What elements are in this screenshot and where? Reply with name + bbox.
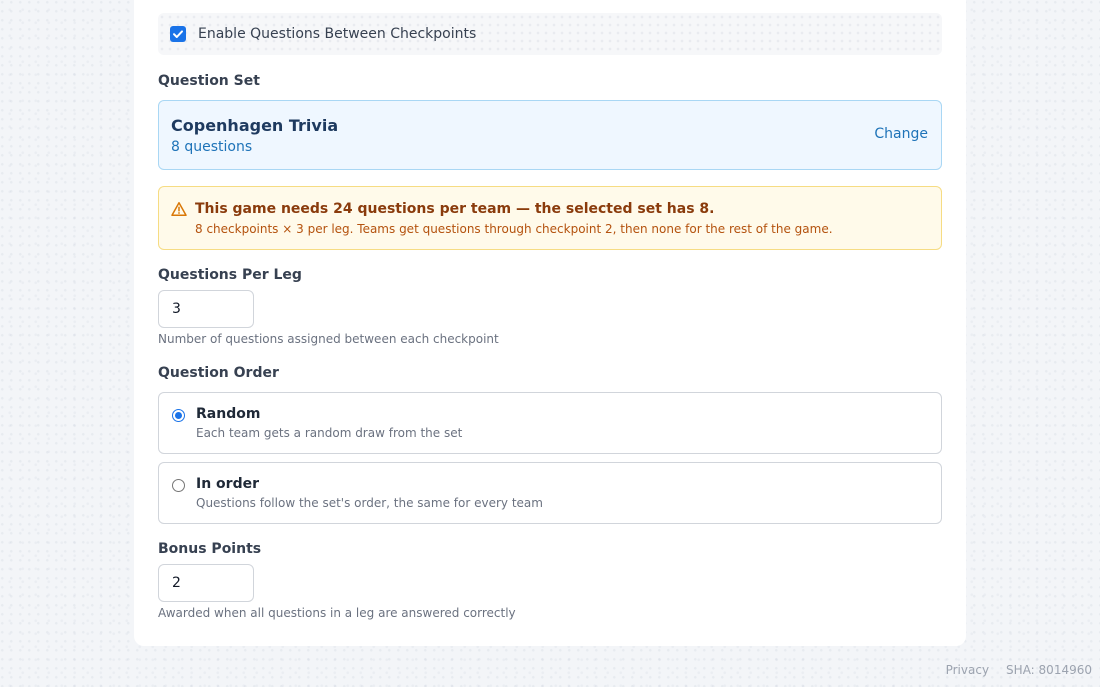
question-order-label: Question Order bbox=[158, 365, 279, 381]
question-set-name: Copenhagen Trivia bbox=[171, 116, 339, 135]
question-set-count: 8 questions bbox=[171, 139, 253, 155]
questions-per-leg-label: Questions Per Leg bbox=[158, 267, 302, 283]
enable-questions-checkbox[interactable] bbox=[170, 26, 186, 42]
enable-questions-label: Enable Questions Between Checkpoints bbox=[198, 26, 477, 42]
option-title: In order bbox=[196, 476, 259, 492]
questions-per-leg-helper: Number of questions assigned between eac… bbox=[158, 332, 499, 346]
option-description: Questions follow the set's order, the sa… bbox=[196, 496, 543, 510]
bonus-points-helper: Awarded when all questions in a leg are … bbox=[158, 606, 516, 620]
question-set-card: Copenhagen Trivia 8 questions Change bbox=[158, 100, 942, 170]
check-icon bbox=[173, 30, 183, 38]
random-radio[interactable] bbox=[172, 409, 185, 422]
order-option-in-order[interactable]: In order Questions follow the set's orde… bbox=[158, 462, 942, 524]
option-description: Each team gets a random draw from the se… bbox=[196, 426, 463, 440]
questions-per-leg-input[interactable] bbox=[158, 290, 254, 328]
order-option-random[interactable]: Random Each team gets a random draw from… bbox=[158, 392, 942, 454]
warning-title: This game needs 24 questions per team — … bbox=[195, 201, 715, 217]
footer: Privacy SHA: 8014960 bbox=[946, 663, 1092, 677]
sha-text: SHA: 8014960 bbox=[1006, 663, 1092, 677]
warning-triangle-icon bbox=[171, 201, 187, 221]
question-set-label: Question Set bbox=[158, 73, 260, 89]
enable-questions-row[interactable]: Enable Questions Between Checkpoints bbox=[158, 13, 942, 55]
privacy-link[interactable]: Privacy bbox=[946, 663, 989, 677]
bonus-points-input[interactable] bbox=[158, 564, 254, 602]
option-title: Random bbox=[196, 406, 261, 422]
question-shortage-warning: This game needs 24 questions per team — … bbox=[158, 186, 942, 250]
in-order-radio[interactable] bbox=[172, 479, 185, 492]
change-question-set-button[interactable]: Change bbox=[874, 126, 928, 142]
bonus-points-label: Bonus Points bbox=[158, 541, 262, 557]
warning-detail: 8 checkpoints × 3 per leg. Teams get que… bbox=[195, 222, 833, 236]
